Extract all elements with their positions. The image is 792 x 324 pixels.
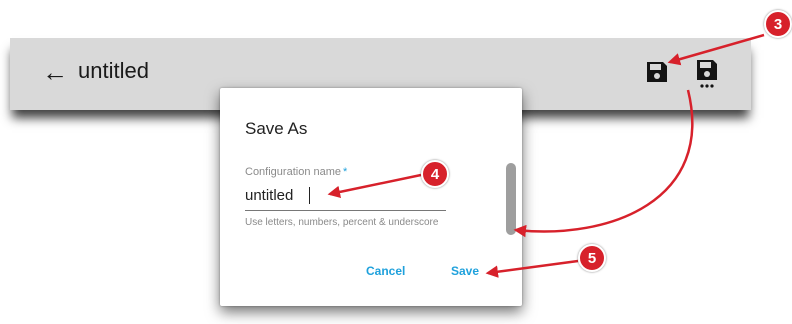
save-as-icon[interactable] <box>694 58 720 90</box>
save-as-dialog: Save As Configuration name* Use letters,… <box>220 88 522 306</box>
configuration-name-label-text: Configuration name <box>245 166 342 178</box>
curve-save-as-to-scrollbar <box>513 89 694 238</box>
configuration-name-label: Configuration name * <box>245 166 347 178</box>
callout-4: 4 <box>421 160 449 188</box>
dialog-title: Save As <box>245 119 308 138</box>
helper-text: Use letters, numbers, percent & undersco… <box>245 217 439 228</box>
save-button[interactable]: Save <box>451 264 479 278</box>
input-underline <box>245 210 446 211</box>
dialog-scrollbar[interactable] <box>506 163 516 243</box>
scrollbar-thumb[interactable] <box>506 163 516 235</box>
callout-3: 3 <box>764 10 792 38</box>
text-caret <box>309 187 310 204</box>
save-icon[interactable] <box>645 60 669 84</box>
back-arrow-icon[interactable]: ← <box>40 56 70 88</box>
callout-5: 5 <box>578 244 606 272</box>
required-asterisk: * <box>343 166 348 178</box>
document-title: untitled <box>78 58 149 83</box>
screenshot-stage: ← untitled Save As Configuration name * U… <box>0 0 792 324</box>
configuration-name-input[interactable] <box>245 183 445 207</box>
cancel-button[interactable]: Cancel <box>366 264 405 278</box>
